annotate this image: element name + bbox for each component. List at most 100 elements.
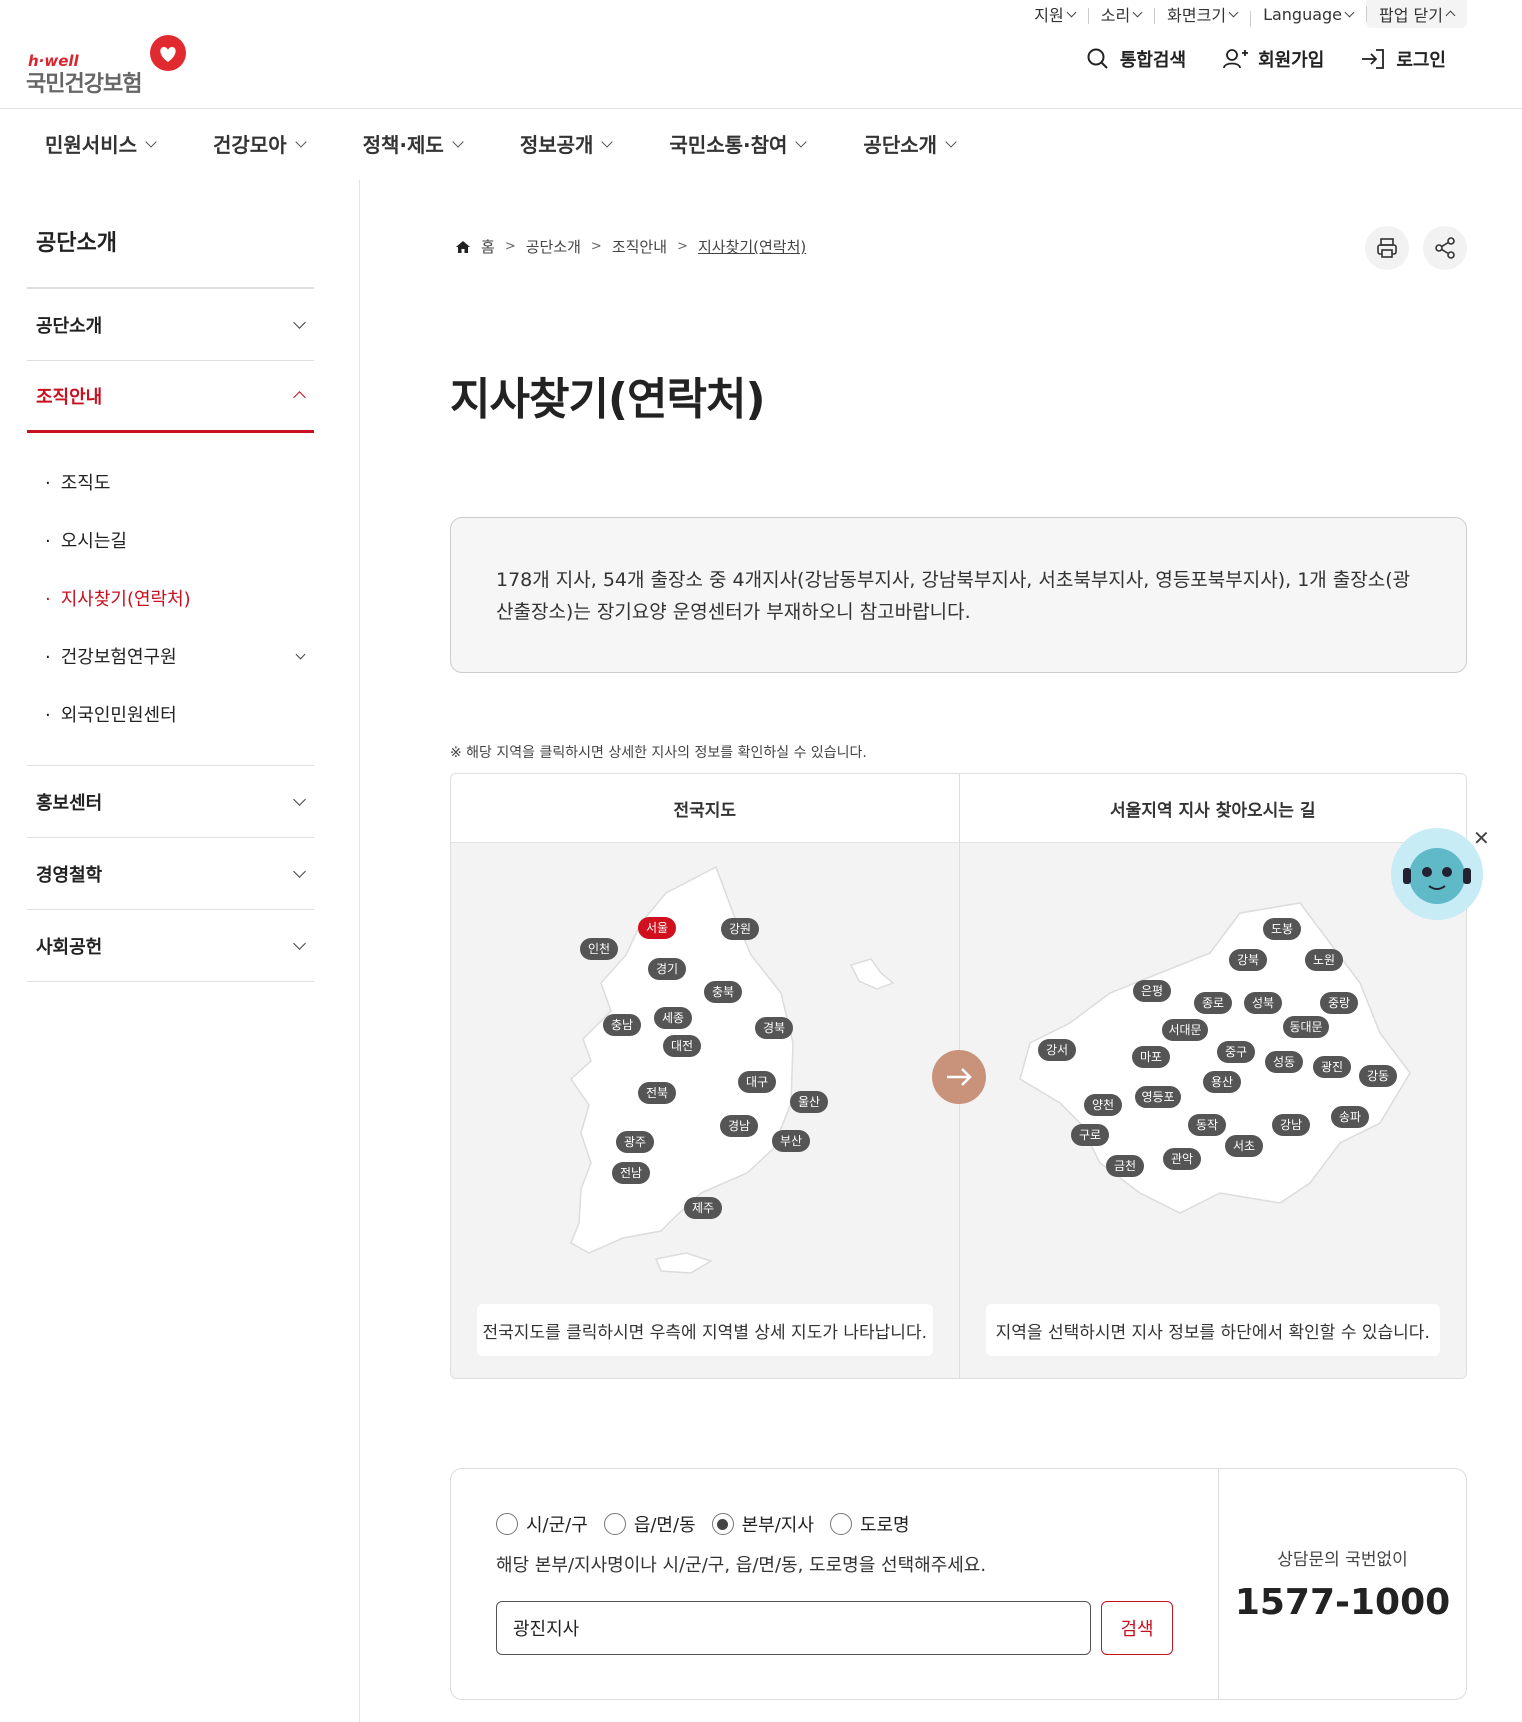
radio-road-name[interactable]: 도로명 (829, 1511, 910, 1537)
region-marker-4[interactable]: 충북 (704, 981, 742, 1003)
util-popup-close[interactable]: 팝업 닫기 (1366, 0, 1467, 28)
sidebar-item-about[interactable]: 공단소개 (27, 289, 314, 361)
region-marker-0[interactable]: 도봉 (1262, 918, 1301, 940)
gnb-item-disclosure[interactable]: 정보공개 (520, 129, 614, 158)
sidebar-subitem-branch-finder[interactable]: 지사찾기(연락처) (27, 569, 314, 627)
region-marker-9[interactable]: 강서 (1037, 1039, 1076, 1061)
region-marker-13[interactable]: 부산 (772, 1130, 810, 1152)
signup-button[interactable]: 회원가입 (1222, 46, 1324, 72)
gnb-item-civil-service[interactable]: 민원서비스 (45, 129, 157, 158)
print-button[interactable] (1365, 226, 1409, 270)
region-marker-8[interactable]: 동대문 (1282, 1016, 1329, 1038)
region-label: 전남 (620, 1166, 642, 1180)
region-marker-15[interactable]: 용산 (1202, 1071, 1241, 1093)
region-marker-15[interactable]: 전남 (612, 1162, 650, 1184)
region-label: 성북 (1251, 996, 1273, 1010)
region-marker-19[interactable]: 강남 (1271, 1114, 1310, 1136)
region-marker-10[interactable]: 전북 (638, 1082, 676, 1104)
region-label: 부산 (780, 1134, 802, 1148)
chevron-down-icon (945, 135, 957, 148)
region-marker-12[interactable]: 경남 (720, 1115, 758, 1137)
region-marker-4[interactable]: 종로 (1193, 992, 1232, 1014)
util-language[interactable]: Language (1250, 5, 1366, 27)
integrated-search-button[interactable]: 통합검색 (1086, 46, 1186, 72)
region-marker-1[interactable]: 강원 (721, 918, 759, 940)
sidebar-item-social-contribution[interactable]: 사회공헌 (27, 910, 314, 982)
gnb-item-policy[interactable]: 정책·제도 (363, 129, 464, 158)
chatbot-avatar-icon (1403, 848, 1471, 904)
util-screen-size[interactable]: 화면크기 (1154, 2, 1250, 26)
region-marker-11[interactable]: 중구 (1216, 1041, 1255, 1063)
breadcrumb-current[interactable]: 지사찾기(연락처) (698, 236, 806, 257)
radio-circle (603, 1513, 626, 1535)
util-support[interactable]: 지원 (1021, 2, 1087, 26)
region-marker-13[interactable]: 광진 (1312, 1056, 1351, 1078)
region-marker-22[interactable]: 서초 (1224, 1135, 1263, 1157)
close-icon[interactable]: ✕ (1473, 826, 1490, 850)
region-marker-6[interactable]: 충남 (603, 1014, 641, 1036)
region-marker-14[interactable]: 강동 (1358, 1065, 1397, 1087)
sidebar-subitem-research-institute[interactable]: 건강보험연구원 (27, 627, 314, 685)
radio-branch[interactable]: 본부/지사 (711, 1511, 814, 1537)
region-marker-7[interactable]: 대전 (663, 1035, 701, 1057)
region-marker-3[interactable]: 은평 (1132, 980, 1171, 1002)
region-marker-2[interactable]: 인천 (580, 938, 618, 960)
search-button[interactable]: 검색 (1101, 1601, 1173, 1655)
region-marker-3[interactable]: 경기 (648, 958, 686, 980)
region-label: 중구 (1224, 1045, 1246, 1059)
region-marker-6[interactable]: 중랑 (1319, 992, 1358, 1014)
arrow-right-icon (932, 1050, 986, 1104)
region-marker-9[interactable]: 대구 (738, 1071, 776, 1093)
sidebar-item-pr-center[interactable]: 홍보센터 (27, 766, 314, 838)
share-button[interactable] (1423, 226, 1467, 270)
region-marker-18[interactable]: 동작 (1187, 1114, 1226, 1136)
chatbot-button[interactable] (1391, 828, 1483, 920)
region-marker-16[interactable]: 양천 (1083, 1094, 1122, 1116)
gnb-item-communication[interactable]: 국민소통·참여 (669, 129, 808, 158)
chevron-down-icon (1228, 7, 1239, 17)
region-marker-11[interactable]: 울산 (790, 1091, 828, 1113)
sidebar-subitem-foreigner-center[interactable]: 외국인민원센터 (27, 685, 314, 743)
region-marker-12[interactable]: 성동 (1264, 1051, 1303, 1073)
util-sound[interactable]: 소리 (1087, 2, 1154, 26)
region-marker-16[interactable]: 제주 (684, 1197, 722, 1219)
region-marker-23[interactable]: 금천 (1105, 1155, 1144, 1177)
sidebar-item-management[interactable]: 경영철학 (27, 838, 314, 910)
gnb-item-about[interactable]: 공단소개 (863, 129, 957, 158)
radio-eupmyeondong[interactable]: 읍/면/동 (603, 1511, 696, 1537)
breadcrumb-organization[interactable]: 조직안내 (612, 236, 667, 257)
sidebar-item-organization[interactable]: 조직안내 (27, 361, 314, 433)
breadcrumb-home[interactable]: 홈 (481, 236, 495, 257)
sidebar-subitem-org-chart[interactable]: 조직도 (27, 453, 314, 511)
breadcrumb-about[interactable]: 공단소개 (526, 236, 581, 257)
sidebar-subitem-directions[interactable]: 오시는길 (27, 511, 314, 569)
region-marker-8[interactable]: 경북 (755, 1017, 793, 1039)
region-marker-5[interactable]: 세종 (654, 1007, 692, 1029)
region-marker-0[interactable]: 서울 (638, 917, 676, 939)
header-actions: 통합검색 회원가입 로그인 (1086, 46, 1446, 72)
region-marker-17[interactable]: 영등포 (1134, 1086, 1181, 1108)
region-marker-7[interactable]: 서대문 (1161, 1019, 1208, 1041)
region-label: 송파 (1338, 1110, 1360, 1124)
login-button[interactable]: 로그인 (1360, 46, 1446, 72)
region-label: 강북 (1236, 953, 1258, 967)
region-marker-2[interactable]: 노원 (1304, 949, 1343, 971)
region-marker-24[interactable]: 관악 (1162, 1148, 1201, 1170)
region-marker-5[interactable]: 성북 (1243, 992, 1282, 1014)
radio-sigungu[interactable]: 시/군/구 (496, 1511, 588, 1537)
region-marker-1[interactable]: 강북 (1228, 949, 1267, 971)
chevron-down-icon (294, 135, 307, 148)
region-marker-14[interactable]: 광주 (616, 1131, 654, 1153)
region-label: 구로 (1078, 1128, 1100, 1142)
page-tools (1365, 226, 1467, 270)
region-marker-21[interactable]: 구로 (1070, 1124, 1109, 1146)
region-marker-20[interactable]: 송파 (1330, 1106, 1369, 1128)
region-label: 경남 (728, 1119, 750, 1133)
region-marker-10[interactable]: 마포 (1131, 1046, 1170, 1068)
gnb-item-health-moa[interactable]: 건강모아 (213, 129, 307, 158)
region-label: 성동 (1272, 1055, 1294, 1069)
region-label: 광주 (624, 1135, 646, 1149)
search-input[interactable]: 광진지사 (496, 1601, 1092, 1655)
logo[interactable]: h·well 국민건강보험 (26, 34, 196, 97)
search-row: 광진지사 검색 (496, 1601, 1173, 1655)
